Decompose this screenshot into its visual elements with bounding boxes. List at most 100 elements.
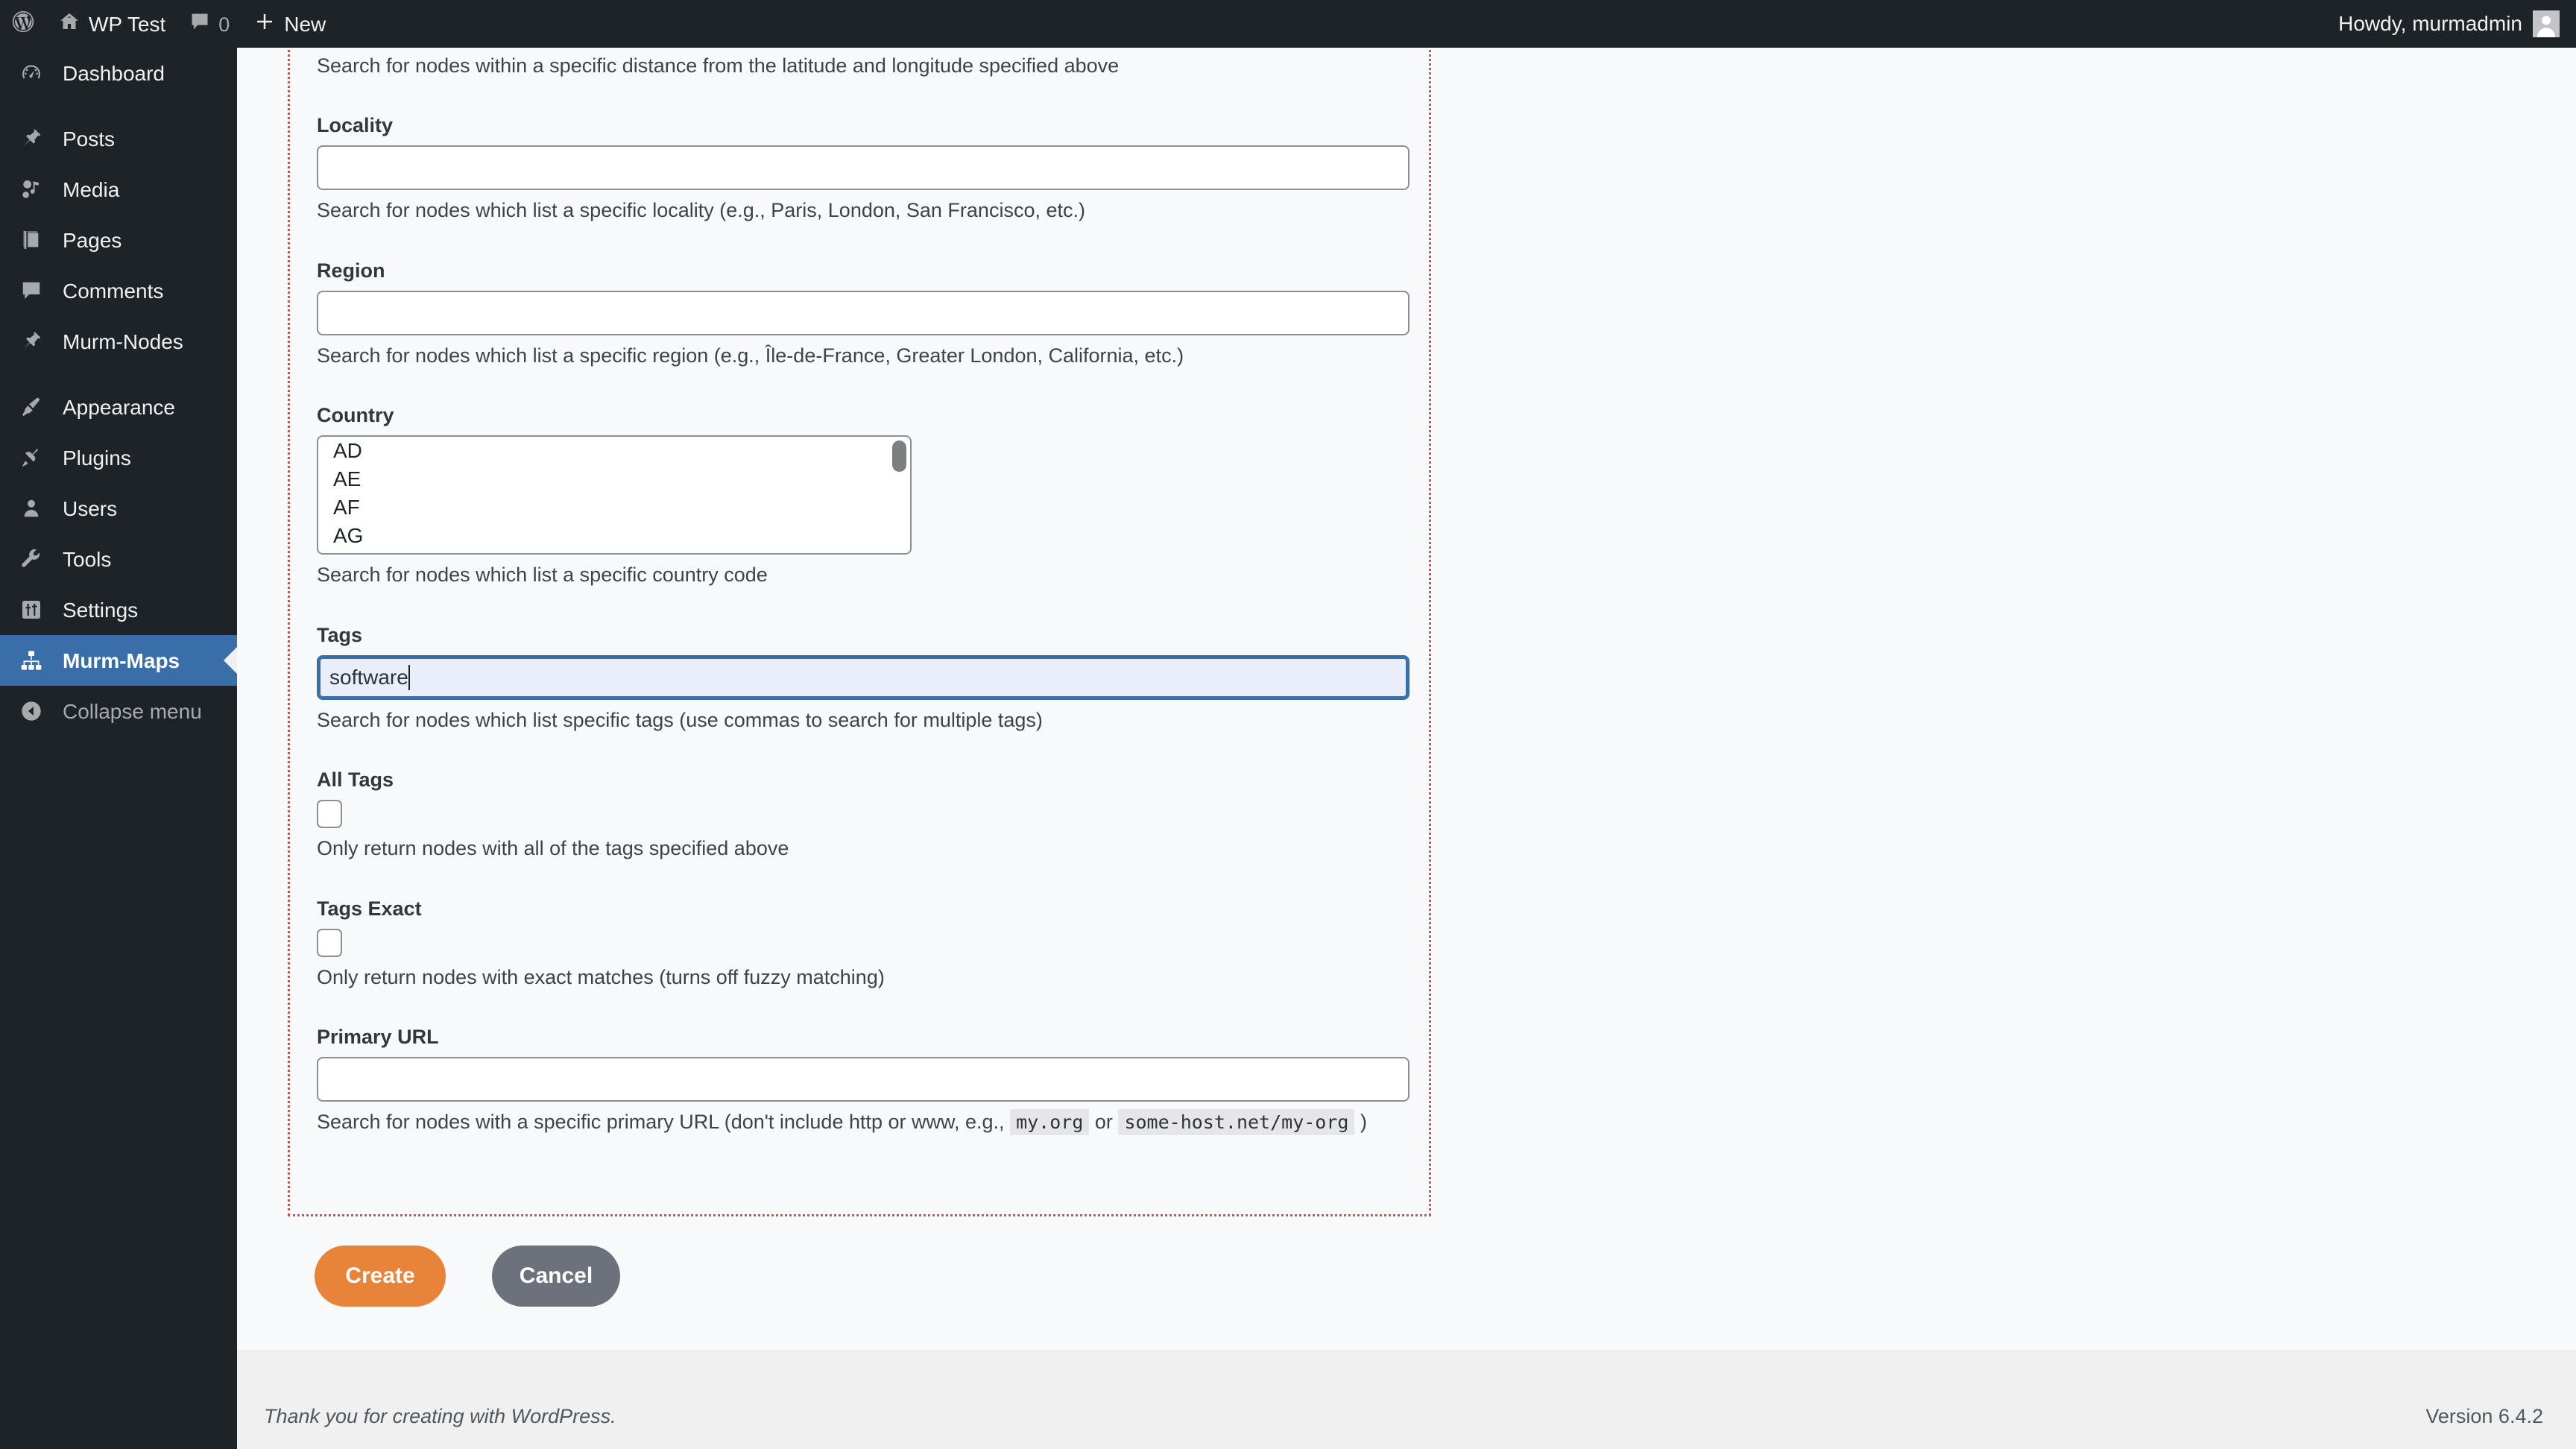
sidebar-item-label: Murm-Nodes — [63, 330, 183, 353]
distance-description: Search for nodes within a specific dista… — [317, 54, 1120, 77]
country-label: Country — [317, 404, 394, 427]
primary-url-input[interactable] — [317, 1057, 1409, 1102]
sidebar-item-label: Settings — [63, 599, 139, 622]
site-name-menu[interactable]: WP Test — [46, 0, 177, 48]
wordpress-logo-button[interactable] — [0, 0, 46, 48]
media-icon — [16, 174, 46, 204]
wrench-icon — [16, 544, 46, 574]
primary-url-field-group: Primary URL Search for nodes with a spec… — [317, 1025, 1409, 1136]
create-button[interactable]: Create — [315, 1246, 446, 1307]
admin-content-area: Search for nodes within a specific dista… — [237, 48, 2576, 1351]
sidebar-item-tools[interactable]: Tools — [0, 534, 237, 584]
tags-exact-field-group: Tags Exact Only return nodes with exact … — [317, 897, 1409, 991]
admin-sidebar: Dashboard Posts Media Pages Comments Mur… — [0, 48, 237, 1449]
footer-version: Version 6.4.2 — [2425, 1405, 2543, 1427]
new-content-menu[interactable]: New — [242, 0, 338, 48]
primary-url-desc-after: ) — [1360, 1111, 1367, 1134]
sidebar-item-dashboard[interactable]: Dashboard — [0, 48, 237, 98]
primary-url-example-1: my.org — [1010, 1109, 1090, 1136]
country-option[interactable]: AD — [318, 437, 910, 465]
locality-label: Locality — [317, 114, 394, 137]
comment-bubble-icon — [189, 11, 210, 37]
locality-input[interactable] — [317, 145, 1409, 191]
country-option[interactable]: AG — [318, 522, 910, 550]
country-select[interactable]: AD AE AF AG — [317, 435, 912, 555]
avatar[interactable] — [2533, 10, 2560, 37]
locality-description: Search for nodes which list a specific l… — [317, 199, 1085, 222]
sidebar-item-plugins[interactable]: Plugins — [0, 432, 237, 483]
country-option[interactable]: AE — [318, 465, 910, 493]
admin-bar: WP Test 0 New Howdy, murmadmin — [0, 0, 2576, 48]
primary-url-example-2: some-host.net/my-org — [1118, 1109, 1355, 1136]
sidebar-item-label: Pages — [63, 229, 122, 252]
sidebar-item-pages[interactable]: Pages — [0, 215, 237, 265]
cancel-button[interactable]: Cancel — [492, 1246, 620, 1307]
sliders-icon — [16, 595, 46, 625]
dashboard-icon — [16, 58, 46, 88]
wordpress-logo-icon — [10, 9, 36, 40]
plug-icon — [16, 443, 46, 473]
primary-url-label: Primary URL — [317, 1026, 439, 1048]
home-icon — [58, 10, 80, 38]
sidebar-item-label: Murm-Maps — [63, 649, 180, 672]
sidebar-item-murm-maps[interactable]: Murm-Maps — [0, 635, 237, 686]
sidebar-divider — [0, 367, 237, 382]
region-input[interactable] — [317, 290, 1409, 335]
comment-bubble-icon — [16, 276, 46, 306]
sidebar-item-settings[interactable]: Settings — [0, 584, 237, 635]
sidebar-item-posts[interactable]: Posts — [0, 113, 237, 164]
sidebar-item-label: Plugins — [63, 446, 131, 470]
sidebar-item-comments[interactable]: Comments — [0, 265, 237, 316]
node-search-form: Search for nodes within a specific dista… — [288, 48, 1431, 1216]
sidebar-item-label: Tools — [63, 548, 112, 571]
tags-exact-description: Only return nodes with exact matches (tu… — [317, 965, 885, 988]
form-actions: Create Cancel — [315, 1246, 620, 1307]
tags-description: Search for nodes which list specific tag… — [317, 708, 1043, 731]
sidebar-collapse-button[interactable]: Collapse menu — [0, 686, 237, 736]
paintbrush-icon — [16, 392, 46, 422]
locality-field-group: Locality Search for nodes which list a s… — [317, 113, 1409, 224]
region-field-group: Region Search for nodes which list a spe… — [317, 259, 1409, 369]
sidebar-item-users[interactable]: Users — [0, 483, 237, 534]
sidebar-item-label: Dashboard — [63, 62, 165, 85]
footer-thanks[interactable]: Thank you for creating with WordPress. — [264, 1405, 616, 1428]
sidebar-item-appearance[interactable]: Appearance — [0, 382, 237, 432]
sidebar-item-label: Media — [63, 178, 120, 201]
sidebar-item-label: Comments — [63, 280, 164, 303]
tags-input[interactable] — [317, 654, 1409, 700]
all-tags-checkbox[interactable] — [317, 800, 342, 829]
sidebar-collapse-label: Collapse menu — [63, 700, 202, 723]
sidebar-item-label: Appearance — [63, 396, 176, 419]
tags-exact-label: Tags Exact — [317, 897, 422, 920]
region-description: Search for nodes which list a specific r… — [317, 344, 1184, 367]
collapse-arrow-icon — [16, 696, 46, 726]
primary-url-desc-mid: or — [1094, 1111, 1113, 1134]
all-tags-description: Only return nodes with all of the tags s… — [317, 837, 789, 860]
primary-url-description: Search for nodes with a specific primary… — [317, 1109, 1409, 1136]
country-option[interactable]: AF — [318, 493, 910, 522]
admin-footer: Thank you for creating with WordPress. V… — [237, 1351, 2576, 1449]
all-tags-label: All Tags — [317, 768, 394, 792]
comments-count: 0 — [218, 13, 230, 36]
pin-icon — [16, 326, 46, 356]
sidebar-item-media[interactable]: Media — [0, 164, 237, 215]
country-description: Search for nodes which list a specific c… — [317, 564, 768, 587]
primary-url-desc-before: Search for nodes with a specific primary… — [317, 1111, 1005, 1134]
region-label: Region — [317, 259, 385, 282]
country-select-scrollbar[interactable] — [892, 441, 906, 473]
sidebar-item-label: Users — [63, 497, 118, 520]
howdy-label[interactable]: Howdy, murmadmin — [2338, 12, 2522, 36]
comments-menu[interactable]: 0 — [177, 0, 242, 48]
sidebar-item-label: Posts — [63, 127, 116, 151]
network-icon — [16, 645, 46, 675]
sidebar-divider — [0, 98, 237, 113]
sidebar-item-murm-nodes[interactable]: Murm-Nodes — [0, 316, 237, 367]
text-cursor — [408, 664, 410, 690]
new-content-label: New — [284, 13, 326, 36]
country-field-group: Country AD AE AF AG Search for nodes whi… — [317, 403, 1409, 588]
tags-exact-checkbox[interactable] — [317, 928, 342, 957]
pages-icon — [16, 225, 46, 255]
pin-icon — [16, 124, 46, 154]
current-menu-arrow-icon — [224, 647, 237, 674]
tags-label: Tags — [317, 623, 363, 646]
